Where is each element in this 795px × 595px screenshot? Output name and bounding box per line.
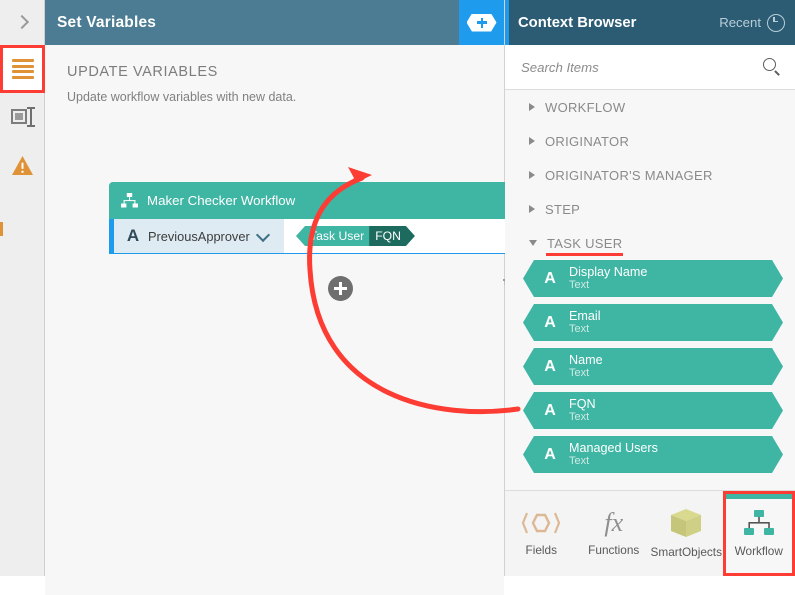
sidebar-item-list[interactable]	[0, 45, 45, 93]
tree-node-label: TASK USER	[547, 236, 622, 251]
context-browser-toolbar: Fields fx Functions SmartObjects	[505, 490, 795, 576]
tree-node-step[interactable]: STEP	[505, 192, 795, 226]
workflow-icon	[121, 193, 138, 208]
field-type: Text	[569, 411, 596, 423]
card-header: Maker Checker Workflow	[109, 182, 531, 219]
variables-card: Maker Checker Workflow A PreviousApprove…	[109, 182, 531, 254]
type-glyph: A	[537, 446, 563, 464]
section-subtitle: Update workflow variables with new data.	[67, 90, 504, 104]
add-variable-button[interactable]	[328, 276, 353, 301]
tab-label: Workflow	[735, 544, 783, 558]
tab-workflow[interactable]: Workflow	[723, 491, 795, 576]
tag-property-label: FQN	[369, 226, 415, 246]
context-tree: WORKFLOW ORIGINATOR ORIGINATOR'S MANAGER…	[505, 90, 795, 490]
type-glyph: A	[537, 402, 563, 420]
center-body: UPDATE VARIABLES Update workflow variabl…	[45, 64, 504, 595]
page-title: Set Variables	[57, 14, 156, 32]
edge-marker	[0, 222, 3, 236]
recent-button[interactable]: Recent	[719, 14, 785, 32]
sidebar-item-warnings[interactable]	[0, 141, 45, 189]
field-name: Managed Users	[569, 441, 658, 455]
tag-context-label: Task User	[296, 226, 370, 246]
workflow-icon	[742, 509, 776, 537]
variable-value-field[interactable]: Task UserFQN	[284, 219, 530, 253]
list-item[interactable]: A FQN Text	[523, 392, 783, 429]
center-title-bar: Set Variables	[45, 0, 504, 45]
type-glyph: A	[537, 270, 563, 288]
list-item[interactable]: A Name Text	[523, 348, 783, 385]
context-browser-title: Context Browser	[518, 15, 636, 31]
chevron-down-icon[interactable]	[256, 229, 270, 243]
field-name: Email	[569, 309, 601, 323]
tree-node-originator[interactable]: ORIGINATOR	[505, 124, 795, 158]
tree-node-label: WORKFLOW	[545, 100, 625, 115]
search-bar[interactable]	[505, 45, 795, 90]
field-name: FQN	[569, 397, 596, 411]
fields-icon	[521, 510, 561, 536]
tree-node-originators-manager[interactable]: ORIGINATOR'S MANAGER	[505, 158, 795, 192]
chevron-right-icon	[529, 137, 535, 145]
rename-icon	[11, 108, 35, 126]
chevron-right-icon	[529, 103, 535, 111]
center-pane: Set Variables UPDATE VARIABLES Update wo…	[45, 0, 505, 576]
variable-name: PreviousApprover	[148, 229, 256, 244]
tree-node-label: ORIGINATOR	[545, 134, 629, 149]
left-icon-rail	[0, 0, 45, 576]
tab-functions[interactable]: fx Functions	[578, 491, 651, 576]
list-item[interactable]: A Managed Users Text	[523, 436, 783, 473]
tree-node-task-user[interactable]: TASK USER	[505, 226, 795, 260]
list-item[interactable]: A Email Text	[523, 304, 783, 341]
type-glyph: A	[537, 314, 563, 332]
tab-smartobjects[interactable]: SmartObjects	[650, 491, 723, 576]
context-browser-header: Context Browser Recent	[505, 0, 795, 45]
application-window: Set Variables UPDATE VARIABLES Update wo…	[0, 0, 795, 576]
type-glyph: A	[537, 358, 563, 376]
field-type: Text	[569, 367, 603, 379]
add-context-button[interactable]	[459, 0, 504, 45]
field-type: Text	[569, 455, 658, 467]
tab-label: Functions	[588, 543, 639, 557]
card-header-label: Maker Checker Workflow	[147, 193, 295, 208]
context-value-tag[interactable]: Task UserFQN	[296, 226, 415, 246]
hex-plus-icon	[467, 14, 497, 32]
section-title: UPDATE VARIABLES	[67, 64, 504, 80]
variable-selector[interactable]: A PreviousApprover	[110, 219, 284, 253]
collapse-panel-button[interactable]	[0, 0, 44, 45]
tab-fields[interactable]: Fields	[505, 491, 578, 576]
chevron-right-icon	[14, 15, 30, 31]
variable-row: A PreviousApprover Task UserFQN	[109, 219, 531, 254]
chevron-down-icon	[529, 240, 537, 246]
field-name: Name	[569, 353, 603, 367]
cube-icon	[669, 508, 703, 538]
type-glyph: A	[124, 226, 142, 246]
field-type: Text	[569, 279, 647, 291]
chevron-right-icon	[529, 171, 535, 179]
list-item[interactable]: A Display Name Text	[523, 260, 783, 297]
recent-label: Recent	[719, 15, 761, 30]
search-icon[interactable]	[763, 58, 781, 76]
list-icon	[12, 59, 34, 79]
sidebar-item-rename[interactable]	[0, 93, 45, 141]
tree-node-label: STEP	[545, 202, 580, 217]
function-icon: fx	[604, 510, 623, 536]
warning-icon	[11, 155, 34, 176]
clock-icon	[767, 14, 785, 32]
search-input[interactable]	[519, 59, 763, 76]
tree-node-workflow[interactable]: WORKFLOW	[505, 90, 795, 124]
context-browser-panel: Context Browser Recent WORKFLOW ORIGINAT…	[505, 0, 795, 576]
tab-label: SmartObjects	[651, 545, 722, 559]
tab-label: Fields	[526, 543, 557, 557]
field-type: Text	[569, 323, 601, 335]
chevron-right-icon	[529, 205, 535, 213]
field-name: Display Name	[569, 265, 647, 279]
tree-node-label: ORIGINATOR'S MANAGER	[545, 168, 713, 183]
